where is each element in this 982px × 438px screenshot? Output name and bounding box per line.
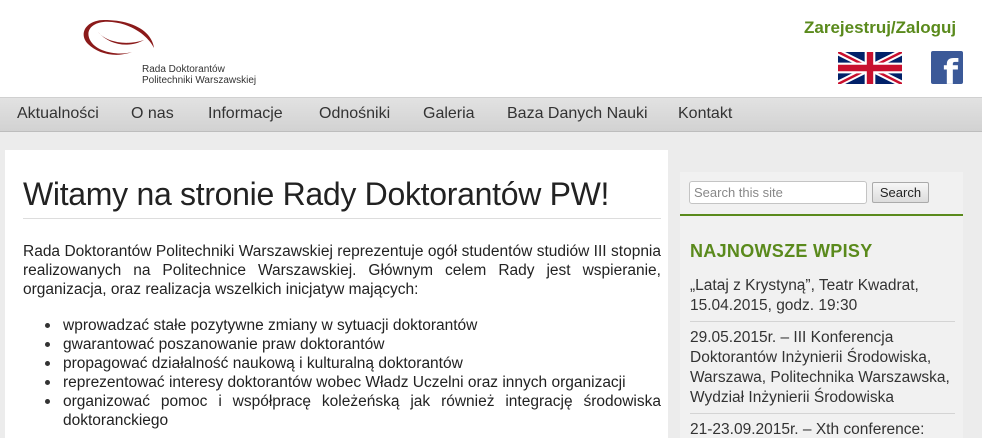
recent-posts-title: NAJNOWSZE WPISY [690,241,873,261]
nav-item-o-nas[interactable]: O nas [131,105,174,123]
intro-paragraph: Rada Doktorantów Politechniki Warszawski… [23,243,661,298]
recent-post-link[interactable]: 21-23.09.2015r. – Xth conference: [690,420,955,438]
facebook-glyph: f [943,53,958,84]
logo-line-2: Politechniki Warszawskiej [142,75,257,86]
site-logo[interactable]: Rada Doktorantów Politechniki Warszawski… [74,14,274,94]
site-header: Rada Doktorantów Politechniki Warszawski… [0,0,982,97]
uk-flag-icon[interactable] [838,52,902,84]
logo-text: Rada Doktorantów Politechniki Warszawski… [142,64,256,86]
list-item: propagować działalność naukową i kultura… [43,354,661,373]
sidebar: Search NAJNOWSZE WPISY „Lataj z Krystyną… [680,172,963,438]
goals-list: wprowadzać stałe pozytywne zmiany w sytu… [43,316,661,430]
logo-swoosh-icon [83,20,154,55]
title-divider [23,218,661,219]
recent-post-link[interactable]: „Lataj z Krystyną”, Teatr Kwadrat, 15.04… [690,276,955,316]
nav-item-informacje[interactable]: Informacje [208,105,283,123]
nav-item-kontakt[interactable]: Kontakt [678,105,732,123]
nav-item-baza-danych-nauki[interactable]: Baza Danych Nauki [507,105,648,123]
logo-line-1: Rada Doktorantów [142,64,225,75]
nav-item-odnosniki[interactable]: Odnośniki [319,105,390,123]
nav-item-aktualnosci[interactable]: Aktualności [17,105,99,123]
post-divider [690,413,955,414]
list-item: wprowadzać stałe pozytywne zmiany w sytu… [43,316,661,335]
main-content: Witamy na stronie Rady Doktorantów PW! R… [5,150,668,438]
register-login-link[interactable]: Zarejestruj/Zaloguj [804,18,956,38]
search-form: Search [680,172,963,216]
search-button[interactable]: Search [872,182,929,203]
recent-post-link[interactable]: 29.05.2015r. – III Konferencja Doktorant… [690,328,955,408]
nav-item-galeria[interactable]: Galeria [423,105,475,123]
list-item: gwarantować poszanowanie praw doktorantó… [43,335,661,354]
search-input[interactable] [689,181,867,204]
main-nav: Aktualności O nas Informacje Odnośniki G… [0,97,982,132]
list-item: reprezentować interesy doktorantów wobec… [43,373,661,392]
post-divider [690,321,955,322]
facebook-icon[interactable]: f [931,51,963,84]
page-title: Witamy na stronie Rady Doktorantów PW! [23,176,610,212]
list-item: organizować pomoc i współpracę koleżeńsk… [43,392,661,430]
